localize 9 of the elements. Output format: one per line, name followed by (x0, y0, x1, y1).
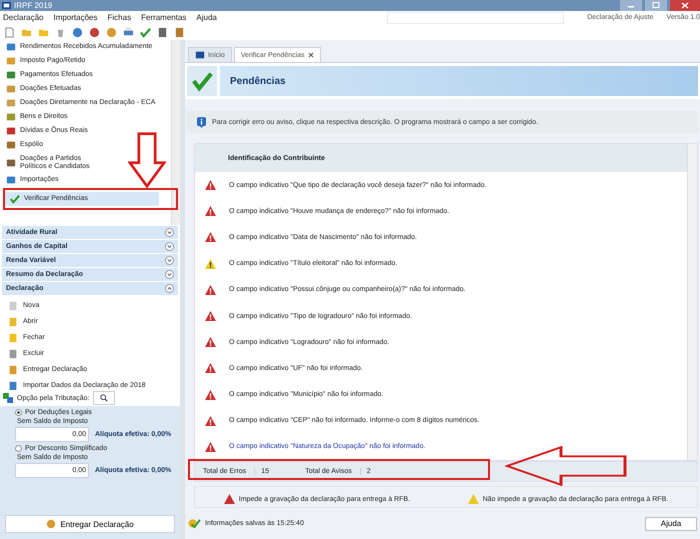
menu-item[interactable]: Declaração (3, 13, 44, 22)
help-button[interactable]: Ajuda (645, 516, 697, 530)
menu-item[interactable]: Fichas (108, 13, 132, 22)
menu-item[interactable]: Importações (53, 13, 98, 22)
window-title: IRPF 2019 (14, 1, 52, 10)
submit-button[interactable]: Entregar Declaração (5, 515, 175, 533)
menu-item[interactable]: Ferramentas (141, 13, 186, 22)
menu-item[interactable]: Ajuda (196, 13, 217, 22)
page-title: Pendências (230, 76, 286, 86)
